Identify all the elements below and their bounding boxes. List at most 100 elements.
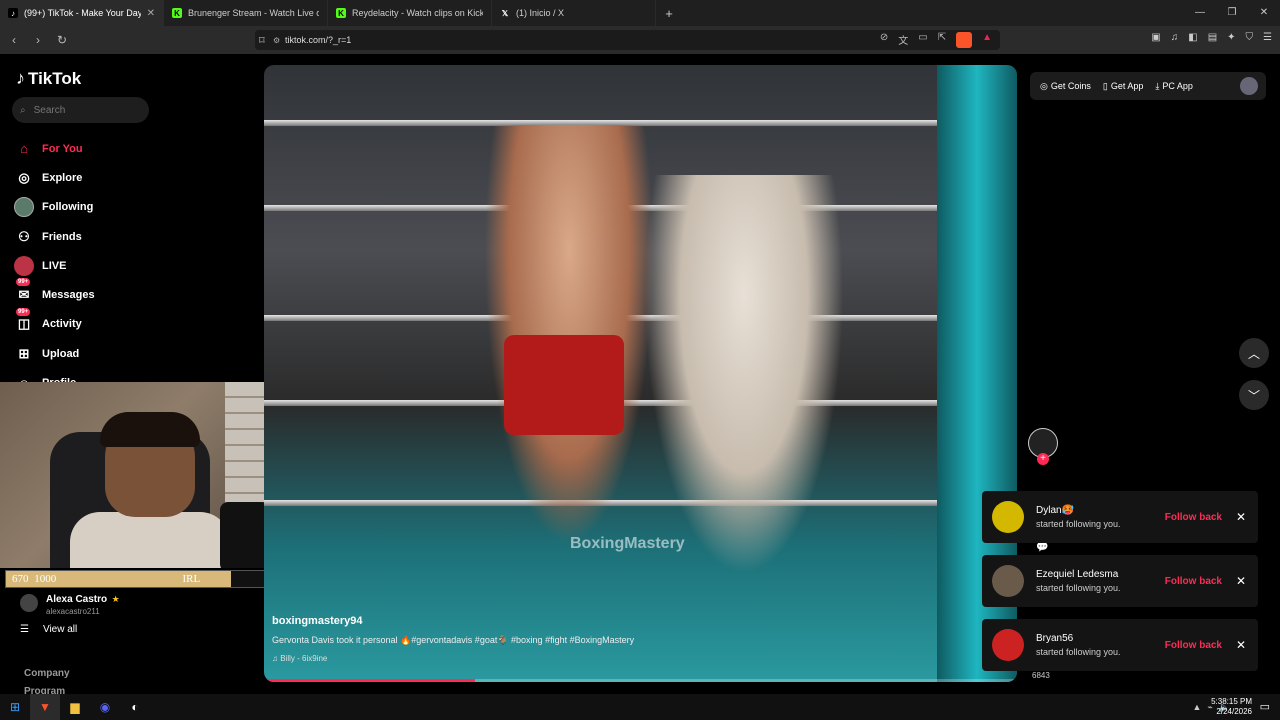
follow-back-button[interactable]: Follow back — [1165, 640, 1222, 651]
follow-back-button[interactable]: Follow back — [1165, 576, 1222, 587]
video-progress-bar[interactable] — [264, 679, 1017, 682]
forward-arrow-icon[interactable]: › — [28, 33, 48, 47]
new-tab-button[interactable]: + — [656, 6, 682, 21]
clock-date: 2/24/2026 — [1216, 707, 1252, 716]
avatar — [992, 501, 1024, 533]
video-sound[interactable]: ♫ Billy - 6ix9ine — [272, 654, 634, 663]
nav-messages[interactable]: ✉ 99+ Messages — [14, 278, 95, 309]
panel-icon[interactable]: ◧ — [1188, 32, 1197, 43]
get-app-button[interactable]: ▯ Get App — [1103, 81, 1143, 92]
kick-icon: K — [172, 8, 182, 18]
browser-extensions: ▣ ♫ ◧ ▤ ✦ ⛉ ☰ — [1151, 32, 1272, 43]
kick-icon: K — [336, 8, 346, 18]
share-icon[interactable]: ⇱ — [938, 32, 946, 48]
restore-button[interactable]: ❐ — [1216, 0, 1248, 26]
close-icon[interactable]: ✕ — [1236, 510, 1246, 524]
chevron-down-icon: ﹀ — [1247, 388, 1260, 403]
video-description: Gervonta Davis took it personal 🔥#gervon… — [272, 635, 635, 645]
vpn-icon[interactable]: ⛉ — [1246, 32, 1254, 43]
menu-icon[interactable]: ☰ — [1263, 32, 1272, 43]
nav-activity[interactable]: ◫ 99+ Activity — [14, 307, 95, 339]
obs-icon[interactable]: ◐ — [120, 694, 150, 720]
nav-friends[interactable]: ⚇ Friends — [14, 222, 95, 251]
system-clock[interactable]: 5:38:15 PM 2/24/2026 — [1211, 697, 1252, 717]
footer-company[interactable]: Company — [24, 668, 70, 679]
follow-plus-button[interactable]: + — [1037, 453, 1049, 465]
view-all-link[interactable]: ☰ View all — [20, 624, 77, 635]
brave-shields-icon[interactable] — [956, 32, 973, 48]
browser-tab-tiktok[interactable]: ♪ (99+) TikTok - Make Your Day ✕ — [0, 0, 164, 26]
video-author[interactable]: boxingmastery94 — [272, 615, 634, 627]
tab-title: Brunenger Stream - Watch Live on Kick — [188, 8, 319, 18]
nav-label: Following — [42, 201, 94, 214]
windows-start-icon[interactable]: ⊞ — [0, 694, 30, 720]
browser-tab-kick-clips[interactable]: K Reydelacity - Watch clips on Kick — [328, 0, 492, 26]
no-translate-icon[interactable]: ⊘ — [880, 32, 888, 48]
back-arrow-icon[interactable]: ‹ — [4, 33, 24, 47]
browser-tab-x[interactable]: 𝕏 (1) Inicio / X — [492, 0, 656, 26]
close-icon[interactable]: ✕ — [1236, 574, 1246, 588]
translate-icon[interactable]: 文 — [898, 32, 908, 48]
brave-rewards-icon[interactable]: ▲ — [982, 32, 992, 48]
close-window-button[interactable]: ✕ — [1248, 0, 1280, 26]
tiktok-logo[interactable]: ♪ TikTok — [16, 68, 81, 89]
get-coins-button[interactable]: ◎ Get Coins — [1040, 81, 1091, 92]
site-info-icon[interactable]: ⚙ — [273, 36, 280, 45]
video-progress-fill — [264, 679, 475, 682]
follow-notification: Ezequiel Ledesma started following you. … — [982, 555, 1258, 607]
file-explorer-icon[interactable]: ▆ — [60, 694, 90, 720]
notification-name: Dylan🥵 — [1036, 505, 1075, 516]
goal-target: 1000 — [34, 573, 57, 585]
streamer-hair — [100, 412, 200, 447]
discord-icon[interactable]: ◉ — [90, 694, 120, 720]
follow-back-button[interactable]: Follow back — [1165, 512, 1222, 523]
goal-label: IRL — [182, 573, 201, 585]
streamer-shirt — [70, 512, 230, 568]
notification-text: started following you. — [1036, 519, 1121, 529]
nav-for-you[interactable]: ⌂ For You — [14, 134, 95, 163]
nav-label: Explore — [42, 171, 83, 184]
close-icon[interactable]: ✕ — [1236, 638, 1246, 652]
account-handle: alexacastro211 — [46, 607, 100, 616]
sidebar-toggle-icon[interactable]: ▣ — [1151, 32, 1160, 43]
cast-icon[interactable]: ▭ — [918, 32, 927, 48]
messages-badge: 99+ — [16, 278, 31, 287]
wallet-icon[interactable]: ▤ — [1208, 32, 1217, 43]
chevron-up-icon: ︿ — [1247, 346, 1260, 361]
nav-live[interactable]: LIVE — [14, 251, 95, 280]
tray-app-icon[interactable]: ▲ — [1192, 702, 1201, 712]
previous-video-button[interactable]: ︿ — [1239, 338, 1269, 368]
search-input[interactable]: ⌕ Search — [12, 97, 149, 123]
reload-icon[interactable]: ↻ — [52, 33, 72, 47]
profile-avatar[interactable] — [1240, 77, 1258, 95]
tiktok-logo-icon: ♪ — [16, 68, 25, 88]
brave-browser-icon[interactable]: ▼ — [30, 694, 60, 720]
close-icon[interactable]: ✕ — [147, 8, 155, 19]
nav-following[interactable]: Following — [14, 193, 95, 222]
pc-app-label: PC App — [1162, 81, 1193, 91]
activity-icon: ◫ — [17, 316, 31, 332]
goal-current: 670 — [12, 573, 29, 585]
upload-icon: ⊞ — [18, 345, 30, 361]
red-trunks — [504, 335, 624, 435]
left-sidebar: ♪ TikTok ⌕ Search ⌂ For You ◎ Explore Fo… — [0, 54, 343, 697]
minimize-button[interactable]: — — [1184, 0, 1216, 26]
video-player[interactable]: BoxingMastery boxingmastery94 Gervonta D… — [264, 65, 1017, 682]
nav-label: Messages — [42, 289, 95, 302]
nav-explore[interactable]: ◎ Explore — [14, 163, 95, 192]
bookmark-icon[interactable]: ⌑ — [259, 34, 265, 47]
music-icon[interactable]: ♫ — [1171, 32, 1179, 43]
following-avatar-icon — [14, 197, 34, 218]
pc-app-button[interactable]: ⤓ PC App — [1155, 81, 1193, 92]
tiktok-icon: ♪ — [8, 8, 18, 18]
microphone — [220, 502, 270, 568]
notification-center-icon[interactable]: ▭ — [1260, 700, 1270, 713]
following-account-item[interactable]: Alexa Castro ★ alexacastro211 — [20, 589, 120, 616]
leo-ai-icon[interactable]: ✦ — [1227, 32, 1235, 43]
notification-stack: Dylan🥵 started following you. Follow bac… — [982, 491, 1258, 683]
nav-upload[interactable]: ⊞ Upload — [14, 339, 95, 368]
home-icon: ⌂ — [20, 141, 28, 157]
next-video-button[interactable]: ﹀ — [1239, 380, 1269, 410]
address-bar[interactable]: ⌑ ⚙ tiktok.com/?_r=1 ⊘ 文 ▭ ⇱ ▲ — [255, 30, 1000, 50]
browser-tab-kick-stream[interactable]: K Brunenger Stream - Watch Live on Kick — [164, 0, 328, 26]
